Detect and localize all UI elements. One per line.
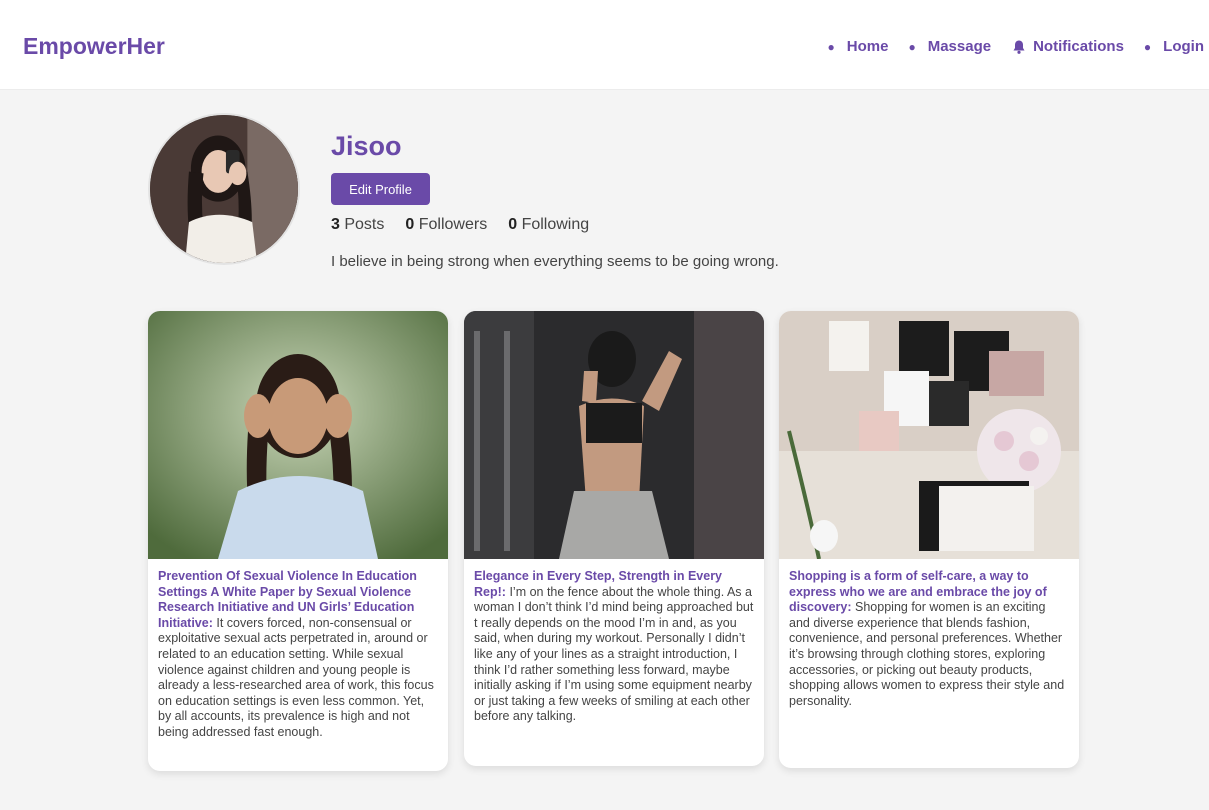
nav-links: ● Home ● Massage Notifications ● Login (808, 38, 1204, 55)
post-image[interactable] (148, 311, 448, 559)
posts-stat: 3 Posts (331, 216, 384, 234)
nav-login-label: Login (1163, 38, 1204, 55)
nav-notifications-label: Notifications (1033, 38, 1124, 55)
following-stat[interactable]: 0 Following (508, 216, 589, 234)
followers-label: Followers (418, 216, 488, 233)
bullet-icon: ● (1143, 39, 1152, 54)
profile-username: Jisoo (331, 131, 402, 161)
post-card[interactable]: Elegance in Every Step, Strength in Ever… (464, 311, 764, 766)
post-card[interactable]: Prevention Of Sexual Violence In Educati… (148, 311, 448, 771)
bullet-icon: ● (908, 39, 916, 54)
navbar: EmpowerHer ● Home ● Massage Notification… (0, 0, 1209, 90)
following-label: Following (521, 216, 590, 233)
nav-home-link[interactable]: ● Home (828, 38, 889, 55)
post-body: Shopping for women is an exciting and di… (789, 600, 1065, 708)
post-card[interactable]: Shopping is a form of self-care, a way t… (779, 311, 1079, 768)
following-count: 0 (508, 216, 518, 233)
post-body: It covers forced, non-consensual or expl… (158, 615, 434, 739)
followers-count: 0 (405, 216, 415, 233)
post-image[interactable] (779, 311, 1079, 559)
posts-count: 3 (331, 216, 340, 233)
post-text: Elegance in Every Step, Strength in Ever… (464, 559, 764, 725)
brand-logo[interactable]: EmpowerHer (23, 33, 165, 60)
bullet-icon: ● (827, 39, 835, 54)
bell-icon (1011, 39, 1027, 55)
nav-notifications-link[interactable]: Notifications (1011, 38, 1124, 55)
avatar[interactable] (148, 113, 300, 265)
edit-profile-button[interactable]: Edit Profile (331, 173, 430, 205)
nav-massage-label: Massage (927, 38, 992, 55)
nav-massage-link[interactable]: ● Massage (908, 38, 991, 55)
profile-header: Jisoo Edit Profile 3 Posts 0 Followers 0… (148, 113, 1098, 273)
post-text: Prevention Of Sexual Violence In Educati… (148, 559, 448, 741)
followers-stat[interactable]: 0 Followers (405, 216, 487, 234)
nav-home-label: Home (846, 38, 889, 55)
post-image[interactable] (464, 311, 764, 559)
profile-bio: I believe in being strong when everythin… (331, 253, 779, 270)
posts-label: Posts (344, 216, 385, 233)
profile-stats: 3 Posts 0 Followers 0 Following (331, 216, 610, 234)
nav-login-link[interactable]: ● Login (1144, 38, 1204, 55)
post-body: I’m on the fence about the whole thing. … (474, 584, 754, 724)
post-text: Shopping is a form of self-care, a way t… (779, 559, 1079, 709)
